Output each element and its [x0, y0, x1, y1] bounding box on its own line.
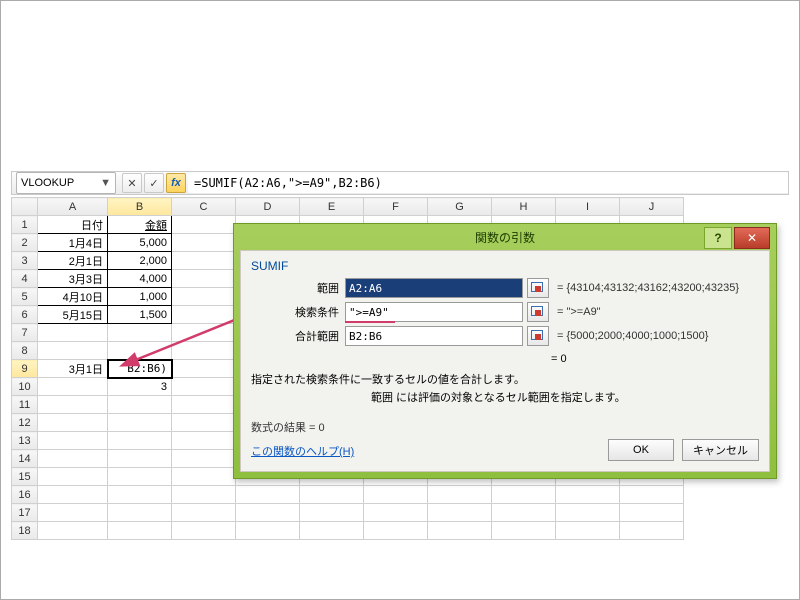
cell[interactable]: 3: [108, 378, 172, 396]
cancel-formula-button[interactable]: ✕: [122, 173, 142, 193]
close-button[interactable]: ✕: [734, 227, 770, 249]
cell[interactable]: 5,000: [108, 234, 172, 252]
arg-result-range: = {43104;43132;43162;43200;43235}: [557, 282, 739, 294]
ok-button[interactable]: OK: [608, 439, 674, 461]
active-cell[interactable]: B2:B6): [108, 360, 172, 378]
criteria-ref-button[interactable]: [527, 302, 549, 322]
arg-label-criteria: 検索条件: [251, 304, 345, 320]
function-arguments-dialog: 関数の引数 ? ✕ SUMIF 範囲 = {43104;43132;43162;…: [233, 223, 777, 479]
row-header[interactable]: 17: [12, 504, 38, 522]
argument-description: 範囲 には評価の対象となるセル範囲を指定します。: [371, 389, 759, 405]
cell[interactable]: 2月1日: [38, 252, 108, 270]
arg-input-sumrange[interactable]: [345, 326, 523, 346]
fx-button[interactable]: fx: [166, 173, 186, 193]
formula-result: 数式の結果 = 0: [251, 419, 759, 435]
col-header-C[interactable]: C: [172, 198, 236, 216]
col-header-H[interactable]: H: [492, 198, 556, 216]
cell[interactable]: 金額: [108, 216, 172, 234]
row-header[interactable]: 11: [12, 396, 38, 414]
interim-result: = 0: [551, 353, 759, 365]
row-header[interactable]: 8: [12, 342, 38, 360]
dialog-title: 関数の引数: [475, 229, 535, 246]
function-name: SUMIF: [251, 259, 759, 273]
help-button[interactable]: ?: [704, 227, 732, 249]
arg-label-range: 範囲: [251, 280, 345, 296]
name-box-value: VLOOKUP: [21, 177, 74, 189]
cell[interactable]: 4,000: [108, 270, 172, 288]
cell[interactable]: 4月10日: [38, 288, 108, 306]
chevron-down-icon[interactable]: ▼: [100, 177, 111, 189]
cell[interactable]: 日付: [38, 216, 108, 234]
enter-formula-button[interactable]: ✓: [144, 173, 164, 193]
row-header[interactable]: 2: [12, 234, 38, 252]
name-box[interactable]: VLOOKUP ▼: [16, 172, 116, 194]
cell[interactable]: 5月15日: [38, 306, 108, 324]
row-header[interactable]: 16: [12, 486, 38, 504]
row-header[interactable]: 4: [12, 270, 38, 288]
cell[interactable]: 1,500: [108, 306, 172, 324]
row-header[interactable]: 1: [12, 216, 38, 234]
row-header[interactable]: 15: [12, 468, 38, 486]
cell[interactable]: 3月3日: [38, 270, 108, 288]
formula-bar: VLOOKUP ▼ ✕ ✓ fx: [11, 171, 789, 195]
arg-result-criteria: = ">=A9": [557, 306, 601, 318]
col-header-B[interactable]: B: [108, 198, 172, 216]
row-header[interactable]: 6: [12, 306, 38, 324]
arg-input-criteria[interactable]: [345, 302, 523, 322]
row-header[interactable]: 12: [12, 414, 38, 432]
cell[interactable]: 2,000: [108, 252, 172, 270]
sumrange-ref-button[interactable]: [527, 326, 549, 346]
col-header-A[interactable]: A: [38, 198, 108, 216]
row-header[interactable]: 7: [12, 324, 38, 342]
dialog-titlebar[interactable]: 関数の引数 ? ✕: [234, 224, 776, 250]
cancel-button[interactable]: キャンセル: [682, 439, 759, 461]
cell[interactable]: 1,000: [108, 288, 172, 306]
row-header[interactable]: 14: [12, 450, 38, 468]
col-header-I[interactable]: I: [556, 198, 620, 216]
function-help-link[interactable]: この関数のヘルプ(H): [251, 446, 354, 458]
col-header-F[interactable]: F: [364, 198, 428, 216]
col-header-E[interactable]: E: [300, 198, 364, 216]
row-header[interactable]: 10: [12, 378, 38, 396]
row-header[interactable]: 5: [12, 288, 38, 306]
cell[interactable]: 3月1日: [38, 360, 108, 378]
formula-input[interactable]: [188, 173, 788, 193]
function-description: 指定された検索条件に一致するセルの値を合計します。: [251, 371, 759, 387]
arg-result-sumrange: = {5000;2000;4000;1000;1500}: [557, 330, 708, 342]
arg-input-range[interactable]: [345, 278, 523, 298]
row-header[interactable]: 13: [12, 432, 38, 450]
range-ref-button[interactable]: [527, 278, 549, 298]
select-all-corner[interactable]: [12, 198, 38, 216]
row-header[interactable]: 18: [12, 522, 38, 540]
cell[interactable]: 1月4日: [38, 234, 108, 252]
row-header[interactable]: 3: [12, 252, 38, 270]
col-header-D[interactable]: D: [236, 198, 300, 216]
col-header-J[interactable]: J: [620, 198, 684, 216]
annotation-underline: [345, 321, 395, 323]
row-header[interactable]: 9: [12, 360, 38, 378]
arg-label-sumrange: 合計範囲: [251, 328, 345, 344]
col-header-G[interactable]: G: [428, 198, 492, 216]
